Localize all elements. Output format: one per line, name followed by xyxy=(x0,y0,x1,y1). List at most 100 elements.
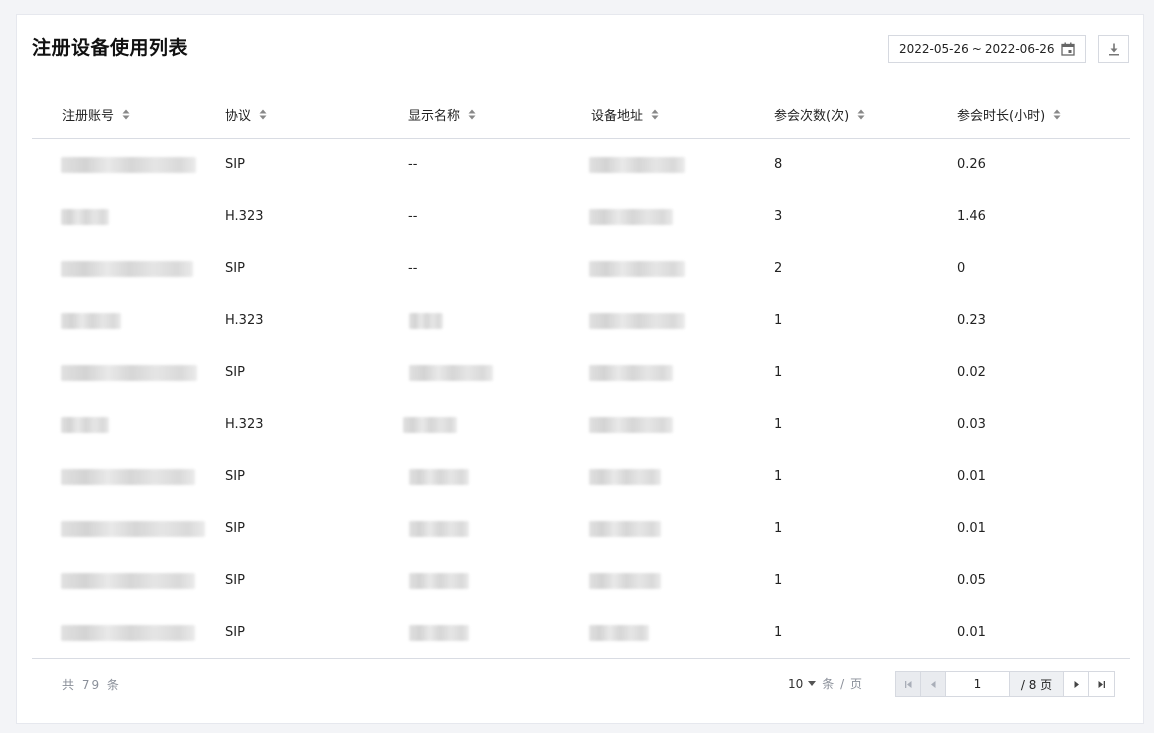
page-title: 注册设备使用列表 xyxy=(32,37,189,59)
sort-icon[interactable] xyxy=(857,109,865,120)
download-icon xyxy=(1108,43,1119,55)
redacted-account xyxy=(61,521,205,537)
cell-protocol: SIP xyxy=(225,469,245,484)
cell-meeting-duration: 0.01 xyxy=(957,521,986,536)
redacted-display-name xyxy=(409,469,469,485)
cell-protocol: H.323 xyxy=(225,417,264,432)
cell-meeting-duration: 0.01 xyxy=(957,625,986,640)
cell-meeting-duration: 0.03 xyxy=(957,417,986,432)
last-page-button[interactable] xyxy=(1089,672,1114,696)
cell-meeting-count: 1 xyxy=(774,313,783,328)
cell-protocol: H.323 xyxy=(225,313,264,328)
cell-meeting-duration: 1.46 xyxy=(957,209,986,224)
page-size-unit: 条 / 页 xyxy=(822,677,863,691)
last-page-icon xyxy=(1098,680,1105,688)
redacted-address xyxy=(589,469,661,485)
cell-protocol: SIP xyxy=(225,521,245,536)
pagination: / 8 页 xyxy=(895,671,1115,697)
cell-protocol: SIP xyxy=(225,573,245,588)
sort-icon[interactable] xyxy=(1053,109,1061,120)
table-row[interactable]: SIP 1 0.01 xyxy=(32,503,1130,555)
redacted-account xyxy=(61,573,195,589)
column-header-meeting-count[interactable]: 参会次数(次) xyxy=(774,105,865,124)
cell-meeting-count: 1 xyxy=(774,417,783,432)
redacted-address xyxy=(589,261,685,277)
total-count: 共 79 条 xyxy=(62,678,121,692)
cell-meeting-duration: 0.05 xyxy=(957,573,986,588)
table-footer: 共 79 条 10 条 / 页 / 8 页 xyxy=(32,658,1130,719)
table-row[interactable]: SIP 1 0.05 xyxy=(32,555,1130,607)
table-row[interactable]: H.323 1 0.03 xyxy=(32,399,1130,451)
column-header-account[interactable]: 注册账号 xyxy=(62,105,130,124)
calendar-icon xyxy=(1061,42,1075,56)
date-separator: ~ xyxy=(971,42,982,56)
redacted-account xyxy=(61,157,196,173)
table-row[interactable]: SIP 1 0.01 xyxy=(32,607,1130,659)
device-table: 注册账号 协议 显示名称 设备地址 参会次数(次) 参会时长(小时) SIP -… xyxy=(32,90,1130,659)
table-body: SIP -- 8 0.26 H.323 -- 3 1.46 SIP -- 2 0… xyxy=(32,139,1130,659)
first-page-button[interactable] xyxy=(896,672,921,696)
redacted-address xyxy=(589,157,685,173)
cell-protocol: SIP xyxy=(225,261,245,276)
redacted-account xyxy=(61,261,193,277)
table-row[interactable]: SIP 1 0.02 xyxy=(32,347,1130,399)
cell-protocol: SIP xyxy=(225,157,245,172)
chevron-left-icon xyxy=(930,680,935,688)
cell-protocol: SIP xyxy=(225,625,245,640)
column-header-device-address[interactable]: 设备地址 xyxy=(591,105,659,124)
cell-protocol: H.323 xyxy=(225,209,264,224)
date-range-picker[interactable]: 2022-05-26 ~ 2022-06-26 xyxy=(888,35,1086,63)
table-row[interactable]: SIP -- 2 0 xyxy=(32,243,1130,295)
next-page-button[interactable] xyxy=(1064,672,1089,696)
page-number-input[interactable] xyxy=(946,672,1010,696)
column-header-meeting-duration[interactable]: 参会时长(小时) xyxy=(957,105,1061,124)
sort-icon[interactable] xyxy=(122,109,130,120)
sort-icon[interactable] xyxy=(651,109,659,120)
redacted-address xyxy=(589,209,673,225)
cell-meeting-duration: 0 xyxy=(957,261,966,276)
redacted-account xyxy=(61,417,109,433)
cell-display-name: -- xyxy=(408,261,418,276)
redacted-display-name xyxy=(409,313,443,329)
prev-page-button[interactable] xyxy=(921,672,946,696)
column-header-display-name[interactable]: 显示名称 xyxy=(408,105,476,124)
table-row[interactable]: H.323 -- 3 1.46 xyxy=(32,191,1130,243)
redacted-account xyxy=(61,313,121,329)
cell-meeting-duration: 0.26 xyxy=(957,157,986,172)
sort-icon[interactable] xyxy=(468,109,476,120)
table-row[interactable]: SIP 1 0.01 xyxy=(32,451,1130,503)
redacted-address xyxy=(589,313,685,329)
cell-meeting-duration: 0.02 xyxy=(957,365,986,380)
table-row[interactable]: H.323 1 0.23 xyxy=(32,295,1130,347)
cell-meeting-count: 2 xyxy=(774,261,783,276)
download-button[interactable] xyxy=(1098,35,1129,63)
cell-meeting-count: 1 xyxy=(774,573,783,588)
page-size-select[interactable]: 10 条 / 页 xyxy=(788,675,863,692)
cell-meeting-count: 8 xyxy=(774,157,783,172)
sort-icon[interactable] xyxy=(259,109,267,120)
table-row[interactable]: SIP -- 8 0.26 xyxy=(32,139,1130,191)
cell-meeting-duration: 0.23 xyxy=(957,313,986,328)
page-size-value: 10 xyxy=(788,676,804,691)
total-pages: / 8 页 xyxy=(1010,672,1064,696)
first-page-icon xyxy=(904,680,911,688)
cell-meeting-count: 1 xyxy=(774,469,783,484)
redacted-account xyxy=(61,625,195,641)
redacted-display-name xyxy=(409,573,469,589)
redacted-display-name xyxy=(409,521,469,537)
cell-meeting-count: 3 xyxy=(774,209,783,224)
table-header: 注册账号 协议 显示名称 设备地址 参会次数(次) 参会时长(小时) xyxy=(32,90,1130,139)
date-start: 2022-05-26 xyxy=(899,42,969,56)
redacted-address xyxy=(589,417,673,433)
chevron-right-icon xyxy=(1074,680,1079,688)
cell-meeting-duration: 0.01 xyxy=(957,469,986,484)
cell-display-name: -- xyxy=(408,157,418,172)
redacted-address xyxy=(589,625,649,641)
redacted-address xyxy=(589,521,661,537)
redacted-account xyxy=(61,209,109,225)
column-header-protocol[interactable]: 协议 xyxy=(225,105,267,124)
redacted-address xyxy=(589,573,661,589)
redacted-display-name xyxy=(409,365,493,381)
cell-meeting-count: 1 xyxy=(774,625,783,640)
chevron-down-icon xyxy=(808,681,817,686)
